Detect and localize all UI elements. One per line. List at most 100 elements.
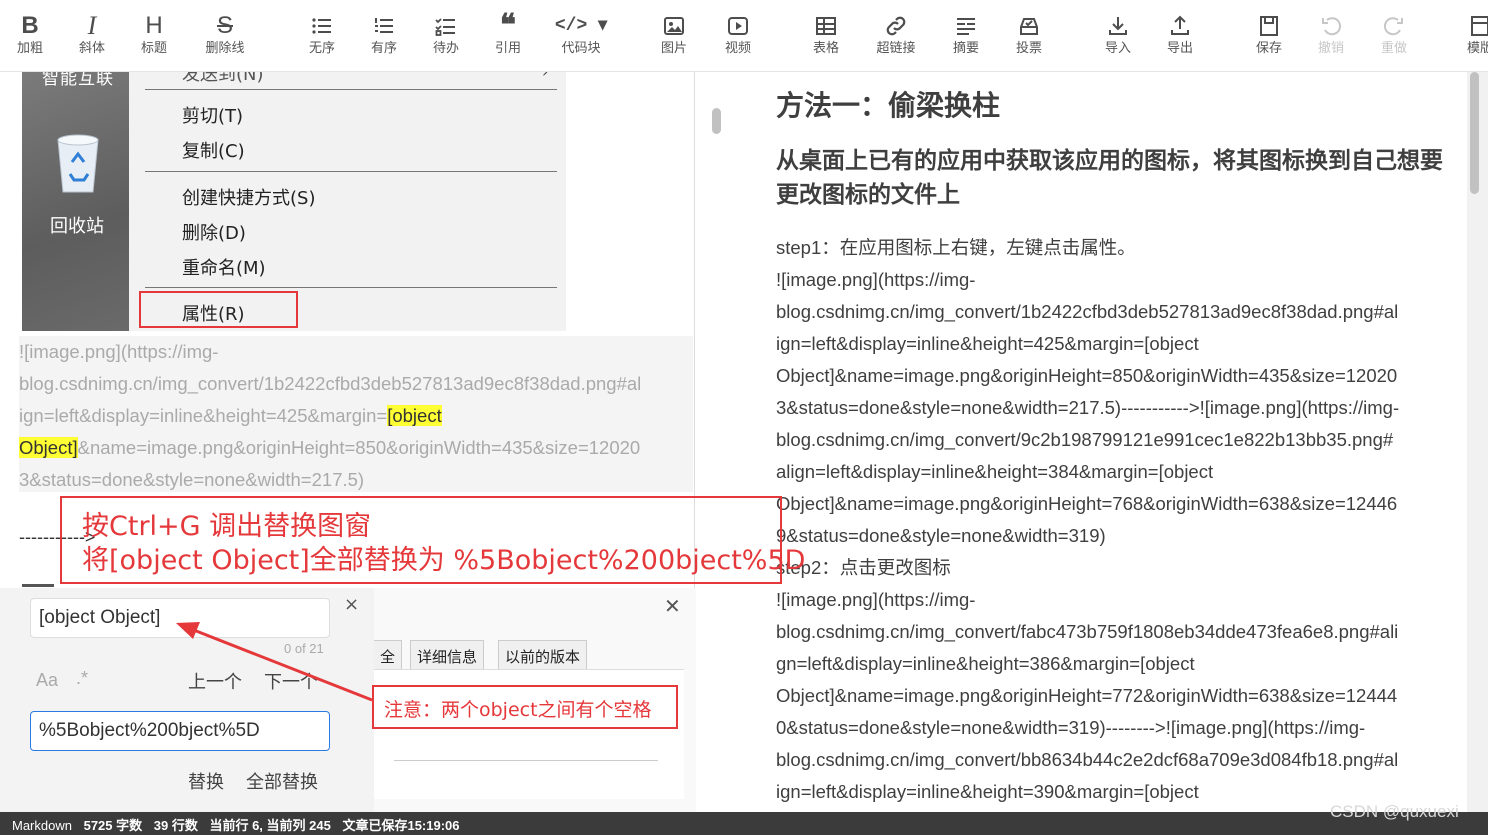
code-icon: </> ▾ xyxy=(554,16,608,36)
preview-line: Object]&name=image.png&originHeight=850&… xyxy=(776,365,1398,386)
previous-match-button[interactable]: 上一个 xyxy=(188,668,242,694)
ordered-list-button[interactable]: 有序 xyxy=(366,12,402,64)
ordered-list-icon xyxy=(366,12,402,40)
properties-highlight-box xyxy=(139,291,298,328)
undo-icon xyxy=(1313,12,1349,40)
redo-icon xyxy=(1376,12,1412,40)
source-line: ![image.png](https://img- xyxy=(19,341,219,362)
find-replace-panel: [object Object] × 0 of 21 Aa .* 上一个 下一个 … xyxy=(0,588,374,812)
template-icon xyxy=(1462,12,1488,40)
editor-scrollbar[interactable] xyxy=(712,108,721,134)
status-line-count: 39 行数 xyxy=(153,818,198,833)
divider xyxy=(394,760,658,761)
menu-divider xyxy=(145,171,557,172)
italic-icon: I xyxy=(87,11,97,40)
menu-divider xyxy=(145,89,557,90)
heading-icon: H xyxy=(145,12,163,39)
image-button[interactable]: 图片 xyxy=(656,12,692,64)
replace-all-button[interactable]: 全部替换 xyxy=(246,768,318,794)
video-button[interactable]: 视频 xyxy=(720,12,756,64)
replace-input[interactable]: %5Bobject%200bject%5D xyxy=(30,711,330,751)
link-icon xyxy=(872,12,920,40)
bold-icon: B xyxy=(21,12,39,39)
strikethrough-button[interactable]: S 删除线 xyxy=(200,12,250,64)
preview-line: align=left&display=inline&height=384&mar… xyxy=(776,461,1214,482)
status-cursor: 当前行 6, 当前列 245 xyxy=(209,818,331,833)
preview-line: Object]&name=image.png&originHeight=768&… xyxy=(776,493,1398,514)
preview-body: step1：在应用图标上右键，左键点击属性。 ![image.png](http… xyxy=(776,232,1456,808)
close-icon[interactable]: × xyxy=(344,594,359,615)
import-button[interactable]: 导入 xyxy=(1100,12,1136,64)
recycle-bin-icon xyxy=(57,134,99,193)
preview-heading-2: 从桌面上已有的应用中获取该应用的图标，将其图标换到自己想要更改图标的文件上 xyxy=(776,148,1443,208)
preview-line: 3&status=done&style=none&width=217.5)---… xyxy=(776,397,1400,418)
heading-button[interactable]: H 标题 xyxy=(136,12,172,64)
match-count: 0 of 21 xyxy=(284,641,324,656)
desktop-label: 智能互联 xyxy=(42,72,114,89)
preview-line: ![image.png](https://img- xyxy=(776,269,976,290)
search-match: Object] xyxy=(19,437,78,458)
match-case-toggle[interactable]: Aa xyxy=(36,670,58,691)
preview-line: blog.csdnimg.cn/img_convert/bb8634b44c2e… xyxy=(776,749,1399,770)
todo-button[interactable]: 待办 xyxy=(428,12,464,64)
dialog-title-bar xyxy=(22,584,54,587)
preview-line: step2：点击更改图标 xyxy=(776,557,951,578)
status-bar: Markdown 5725 字数 39 行数 当前行 6, 当前列 245 文章… xyxy=(0,812,1488,835)
tab-previous-versions[interactable]: 以前的版本 xyxy=(498,640,588,670)
quote-icon: ❝ xyxy=(499,9,517,42)
status-word-count: 5725 字数 xyxy=(83,818,143,833)
export-button[interactable]: 导出 xyxy=(1162,12,1198,64)
preview-line: 0&status=done&style=none&width=319)-----… xyxy=(776,717,1366,738)
bold-button[interactable]: B 加粗 xyxy=(12,12,48,64)
save-button[interactable]: 保存 xyxy=(1251,12,1287,64)
image-icon xyxy=(656,12,692,40)
image-markdown-source[interactable]: ![image.png](https://img- blog.csdnimg.c… xyxy=(19,336,693,492)
table-button[interactable]: 表格 xyxy=(808,12,844,64)
desktop-strip: 智能互联 回收站 xyxy=(22,72,129,331)
instruction-line-2: 将[object Object]全部替换为 %5Bobject%200bject… xyxy=(82,545,806,576)
menu-send-to: 发送到(N) xyxy=(182,72,264,85)
submenu-arrow-icon: › xyxy=(542,72,548,81)
undo-button[interactable]: 撤销 xyxy=(1313,12,1349,64)
preview-line: blog.csdnimg.cn/img_convert/9c2b19879912… xyxy=(776,429,1394,450)
menu-create-shortcut: 创建快捷方式(S) xyxy=(182,188,316,209)
source-line: Object]&name=image.png&originHeight=850&… xyxy=(19,437,641,458)
close-icon[interactable]: ✕ xyxy=(664,594,681,618)
menu-rename: 重命名(M) xyxy=(182,258,266,279)
italic-button[interactable]: I 斜体 xyxy=(74,12,110,64)
code-block-button[interactable]: </> ▾ 代码块 xyxy=(552,12,610,64)
template-button[interactable]: 模版 xyxy=(1462,12,1488,64)
search-match: [object xyxy=(387,405,442,426)
tab-all[interactable]: 全 xyxy=(374,640,403,670)
strikethrough-icon: S xyxy=(216,12,233,39)
status-mode: Markdown xyxy=(12,818,72,833)
preview-line: ![image.png](https://img- xyxy=(776,589,976,610)
menu-cut: 剪切(T) xyxy=(182,106,244,127)
watermark: CSDN @quxuexi xyxy=(1330,802,1459,821)
source-line: 3&status=done&style=none&width=217.5) xyxy=(19,469,365,490)
link-button[interactable]: 超链接 xyxy=(872,12,920,64)
source-line: ign=left&display=inline&height=425&margi… xyxy=(19,405,442,426)
preview-line: 9&status=done&style=none&width=319) xyxy=(776,525,1106,546)
preview-line: step1：在应用图标上右键，左键点击属性。 xyxy=(776,237,1136,258)
replace-button[interactable]: 替换 xyxy=(188,768,224,794)
summary-icon xyxy=(948,12,984,40)
summary-button[interactable]: 摘要 xyxy=(948,12,984,64)
regex-toggle[interactable]: .* xyxy=(76,668,88,689)
redo-button[interactable]: 重做 xyxy=(1376,12,1412,64)
video-icon xyxy=(720,12,756,40)
preview-line: gn=left&display=inline&height=386&margin… xyxy=(776,653,1195,674)
menu-divider xyxy=(145,287,557,288)
unordered-list-button[interactable]: 无序 xyxy=(304,12,340,64)
editor-toolbar: B 加粗 I 斜体 H 标题 S 删除线 无序 有序 待办 ❝ 引用 </> ▾… xyxy=(0,0,1488,72)
tab-details[interactable]: 详细信息 xyxy=(410,640,485,670)
find-input[interactable]: [object Object] xyxy=(30,598,330,638)
menu-delete: 删除(D) xyxy=(182,223,246,244)
import-icon xyxy=(1100,12,1136,40)
next-match-button[interactable]: 下一个 xyxy=(264,668,318,694)
save-icon xyxy=(1251,12,1287,40)
quote-button[interactable]: ❝ 引用 xyxy=(490,9,526,64)
preview-scrollbar-thumb[interactable] xyxy=(1470,72,1479,194)
preview-line: blog.csdnimg.cn/img_convert/1b2422cfbd3d… xyxy=(776,301,1399,322)
vote-button[interactable]: 投票 xyxy=(1011,12,1047,64)
